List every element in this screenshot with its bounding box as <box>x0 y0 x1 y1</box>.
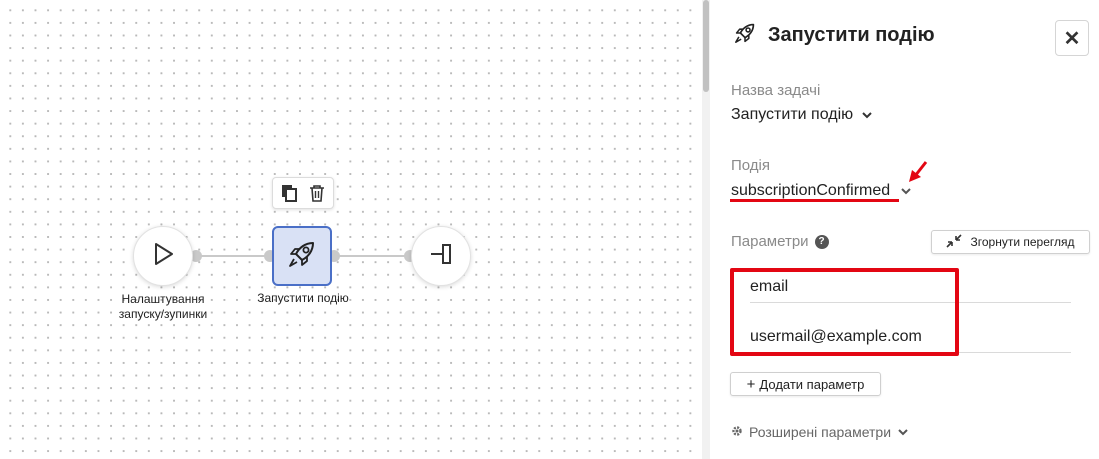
gear-icon <box>731 424 743 440</box>
task-name-value: Запустити подію <box>731 106 854 123</box>
copy-icon[interactable] <box>280 184 298 202</box>
chevron-down-icon <box>897 426 909 438</box>
event-highlight-underline <box>730 199 899 202</box>
close-button[interactable]: ✕ <box>1055 20 1089 56</box>
properties-panel: Запустити подію ✕ Назва задачі Запустити… <box>710 0 1099 459</box>
close-icon: ✕ <box>1063 27 1081 50</box>
node-trigger-label: Запустити подію <box>257 291 349 305</box>
edge-trigger-end <box>334 255 410 257</box>
panel-header: Запустити подію <box>732 20 935 51</box>
play-icon <box>150 241 176 272</box>
task-name-label: Назва задачі <box>731 82 821 99</box>
collapse-icon <box>946 233 963 251</box>
advanced-settings-toggle[interactable]: Розширені параметри <box>731 424 909 440</box>
add-param-button[interactable]: + Додати параметр <box>730 372 881 396</box>
task-name-field[interactable]: Запустити подію <box>731 106 873 124</box>
help-icon[interactable]: ? <box>814 234 829 249</box>
node-start[interactable] <box>133 226 193 286</box>
plus-icon: + <box>746 375 756 393</box>
collapse-view-button[interactable]: Згорнути перегляд <box>931 230 1090 254</box>
edge-start-trigger <box>196 255 272 257</box>
node-end[interactable] <box>411 226 471 286</box>
event-value: subscriptionConfirmed <box>731 182 891 199</box>
params-label: Параметри ? <box>731 233 829 250</box>
event-field[interactable]: subscriptionConfirmed <box>731 182 912 200</box>
canvas-scrollbar[interactable] <box>702 0 710 459</box>
event-label: Подія <box>731 157 771 174</box>
rocket-icon <box>732 20 758 51</box>
exit-icon <box>428 241 454 272</box>
workflow-canvas[interactable]: Налаштування запуску/зупинки Запустити п… <box>0 0 700 459</box>
params-highlight-box <box>730 268 959 356</box>
chevron-down-icon[interactable] <box>861 109 873 121</box>
node-trigger[interactable] <box>272 226 332 286</box>
scrollbar-thumb[interactable] <box>703 0 709 92</box>
trash-icon[interactable] <box>308 184 326 202</box>
panel-title: Запустити подію <box>768 24 935 46</box>
node-start-label: Налаштування запуску/зупинки <box>118 292 208 321</box>
node-toolbar <box>272 177 334 209</box>
annotation-arrow-icon <box>906 160 930 191</box>
rocket-icon <box>285 237 319 276</box>
